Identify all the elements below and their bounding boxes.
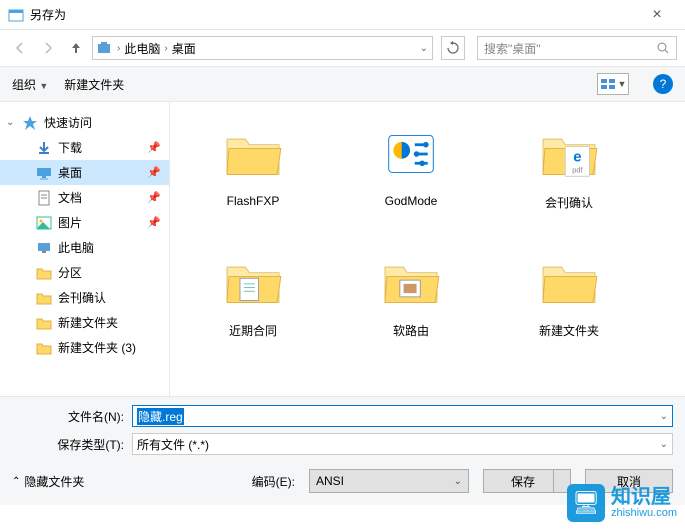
svg-text:pdf: pdf (572, 166, 583, 175)
path-segment[interactable]: 此电脑 (124, 40, 160, 57)
refresh-button[interactable] (441, 36, 465, 60)
file-label: 会刊确认 (545, 194, 593, 211)
chevron-down-icon[interactable]: ⌄ (6, 117, 14, 128)
file-item[interactable]: 近期合同 (178, 242, 328, 362)
files-pane[interactable]: FlashFXP GodMode epdf 会刊确认近期合同 软路由 新建文件夹 (170, 102, 685, 396)
chevron-right-icon: › (117, 43, 120, 54)
file-label: FlashFXP (227, 194, 280, 208)
app-icon (8, 7, 24, 23)
search-input[interactable]: 搜索"桌面" (477, 36, 677, 60)
chevron-down-icon[interactable]: ⌄ (660, 439, 668, 450)
tree-item[interactable]: 下载📌 (0, 135, 169, 160)
tree-item[interactable]: 桌面📌 (0, 160, 169, 185)
pin-icon: 📌 (147, 216, 161, 229)
tree-panel: ⌄ 快速访问 下载📌桌面📌文档📌图片📌此电脑分区会刊确认新建文件夹新建文件夹 (… (0, 102, 170, 396)
chevron-down-icon[interactable]: ⌄ (660, 411, 668, 422)
file-item[interactable]: GodMode (336, 114, 486, 234)
tree-item[interactable]: 会刊确认 (0, 285, 169, 310)
file-item[interactable]: epdf 会刊确认 (494, 114, 644, 234)
tree-quick-access[interactable]: ⌄ 快速访问 (0, 110, 169, 135)
filename-input[interactable]: 隐藏.reg ⌄ (132, 405, 673, 427)
file-item[interactable]: 软路由 (336, 242, 486, 362)
filetype-label: 保存类型(T): (12, 436, 132, 453)
back-button[interactable] (8, 36, 32, 60)
folder-icon: epdf (533, 118, 605, 190)
save-button[interactable]: 保存 (483, 469, 571, 493)
path-segment[interactable]: 桌面 (172, 40, 196, 57)
tree-item[interactable]: 此电脑 (0, 235, 169, 260)
chevron-down-icon: ⌄ (454, 476, 462, 487)
file-label: 新建文件夹 (539, 322, 599, 339)
cancel-button[interactable]: 取消 (585, 469, 673, 493)
help-button[interactable]: ? (653, 74, 673, 94)
pin-icon: 📌 (147, 166, 161, 179)
hide-folders-toggle[interactable]: ⌃ 隐藏文件夹 (12, 473, 84, 490)
tree-item[interactable]: 新建文件夹 (3) (0, 335, 169, 360)
svg-text:e: e (573, 149, 581, 165)
organize-button[interactable]: 组织 ▼ (12, 76, 48, 93)
filename-label: 文件名(N): (12, 408, 132, 425)
tree-item[interactable]: 分区 (0, 260, 169, 285)
file-item[interactable]: 新建文件夹 (494, 242, 644, 362)
tree-item[interactable]: 新建文件夹 (0, 310, 169, 335)
folder-icon (217, 118, 289, 190)
up-button[interactable] (64, 36, 88, 60)
folder-icon (533, 246, 605, 318)
pin-icon: 📌 (147, 191, 161, 204)
file-label: 软路由 (393, 322, 429, 339)
new-folder-button[interactable]: 新建文件夹 (64, 76, 124, 93)
search-placeholder: 搜索"桌面" (484, 40, 541, 57)
tree-item[interactable]: 文档📌 (0, 185, 169, 210)
close-button[interactable]: × (637, 6, 677, 24)
window-title: 另存为 (30, 6, 637, 23)
folder-icon (375, 118, 447, 190)
forward-button[interactable] (36, 36, 60, 60)
tree-item[interactable]: 图片📌 (0, 210, 169, 235)
folder-icon (375, 246, 447, 318)
encoding-select[interactable]: ANSI ⌄ (309, 469, 469, 493)
file-item[interactable]: FlashFXP (178, 114, 328, 234)
pin-icon: 📌 (147, 141, 161, 154)
chevron-right-icon: › (164, 43, 167, 54)
filetype-select[interactable]: 所有文件 (*.*) ⌄ (132, 433, 673, 455)
path-box[interactable]: › 此电脑 › 桌面 ⌄ (92, 36, 433, 60)
file-label: 近期合同 (229, 322, 277, 339)
path-dropdown-icon[interactable]: ⌄ (420, 43, 428, 54)
view-button[interactable]: ▼ (597, 73, 629, 95)
file-label: GodMode (385, 194, 438, 208)
encoding-label: 编码(E): (252, 473, 295, 490)
folder-icon (217, 246, 289, 318)
